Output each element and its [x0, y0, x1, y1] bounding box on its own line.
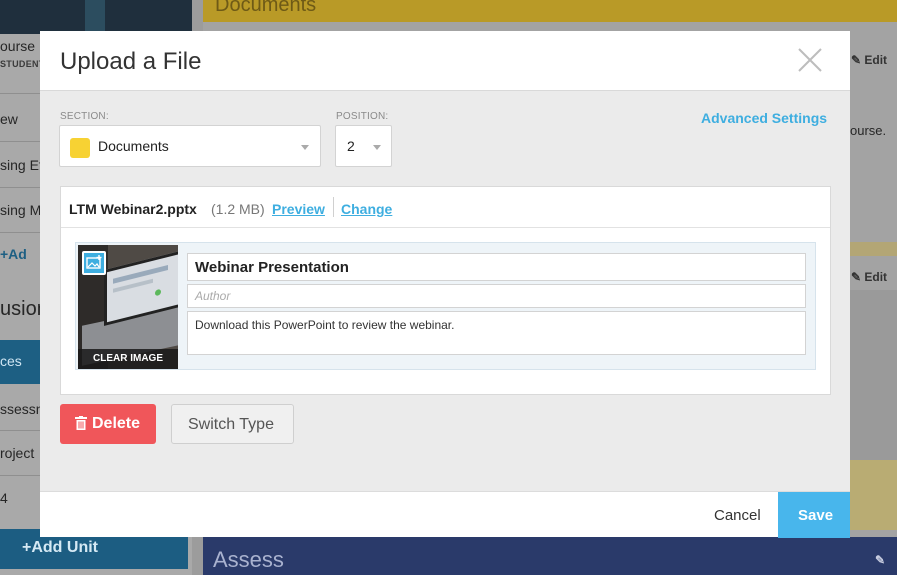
section-label: SECTION:: [60, 111, 109, 122]
save-button[interactable]: Save: [778, 492, 850, 538]
file-size: (1.2 MB): [211, 201, 265, 217]
switch-type-button[interactable]: Switch Type: [171, 404, 294, 444]
background-sidebar-item[interactable]: ew: [0, 111, 18, 127]
background-sidebar-item[interactable]: ssessn: [0, 401, 44, 417]
modal-header: Upload a File: [40, 31, 850, 91]
background-sidebar-item-active[interactable]: ces: [0, 340, 40, 384]
background-course-title: ourse: [0, 38, 36, 54]
author-input[interactable]: Author: [187, 284, 806, 308]
link-divider: [333, 197, 334, 217]
background-sidebar-item[interactable]: roject: [0, 445, 34, 461]
file-header: LTM Webinar2.pptx (1.2 MB) Preview Chang…: [61, 187, 830, 228]
delete-label: Delete: [92, 415, 141, 432]
change-image-icon[interactable]: [82, 251, 106, 275]
position-label: POSITION:: [336, 111, 389, 122]
close-icon[interactable]: [796, 46, 824, 74]
modal-title: Upload a File: [60, 48, 202, 75]
chevron-down-icon: [373, 145, 381, 150]
file-item-card: CLEAR IMAGE Webinar Presentation Author …: [75, 242, 816, 370]
title-input[interactable]: Webinar Presentation: [187, 253, 806, 281]
background-edit-icon[interactable]: ✎: [875, 553, 885, 567]
modal-footer: Cancel Save: [40, 491, 850, 538]
upload-file-modal: Upload a File SECTION: Documents POSITIO…: [40, 31, 850, 538]
file-name: LTM Webinar2.pptx: [69, 201, 197, 217]
advanced-settings-link[interactable]: Advanced Settings: [701, 110, 827, 126]
description-textarea[interactable]: Download this PowerPoint to review the w…: [187, 311, 806, 355]
background-sidebar-item[interactable]: sing M: [0, 202, 41, 218]
trash-icon: [75, 416, 87, 435]
position-select[interactable]: 2: [335, 125, 392, 167]
preview-link[interactable]: Preview: [272, 201, 325, 217]
section-color-swatch: [70, 138, 90, 158]
cancel-button[interactable]: Cancel: [714, 507, 761, 524]
change-link[interactable]: Change: [341, 201, 392, 217]
background-edit-button[interactable]: ✎ Edit: [851, 53, 887, 67]
file-thumbnail: CLEAR IMAGE: [78, 245, 178, 369]
background-assess-section: Assess ✎: [203, 537, 897, 575]
position-select-value: 2: [347, 138, 355, 154]
background-text-snippet: ourse.: [850, 123, 887, 138]
background-sidebar-item[interactable]: sing Ef: [0, 157, 43, 173]
section-select[interactable]: Documents: [59, 125, 321, 167]
section-select-value: Documents: [98, 138, 169, 154]
switch-type-label: Switch Type: [188, 416, 274, 433]
file-panel: LTM Webinar2.pptx (1.2 MB) Preview Chang…: [60, 186, 831, 395]
clear-image-button[interactable]: CLEAR IMAGE: [78, 349, 178, 369]
delete-button[interactable]: Delete: [60, 404, 156, 444]
background-sidebar-item[interactable]: 4: [0, 490, 8, 506]
background-course-subtitle: STUDENT: [0, 59, 45, 69]
background-header: [0, 0, 192, 34]
background-edit-button[interactable]: ✎ Edit: [851, 270, 887, 284]
save-label: Save: [798, 507, 834, 524]
background-add-lesson-button[interactable]: +Ad: [0, 246, 27, 262]
chevron-down-icon: [301, 145, 309, 150]
background-documents-section: Documents: [203, 0, 897, 22]
